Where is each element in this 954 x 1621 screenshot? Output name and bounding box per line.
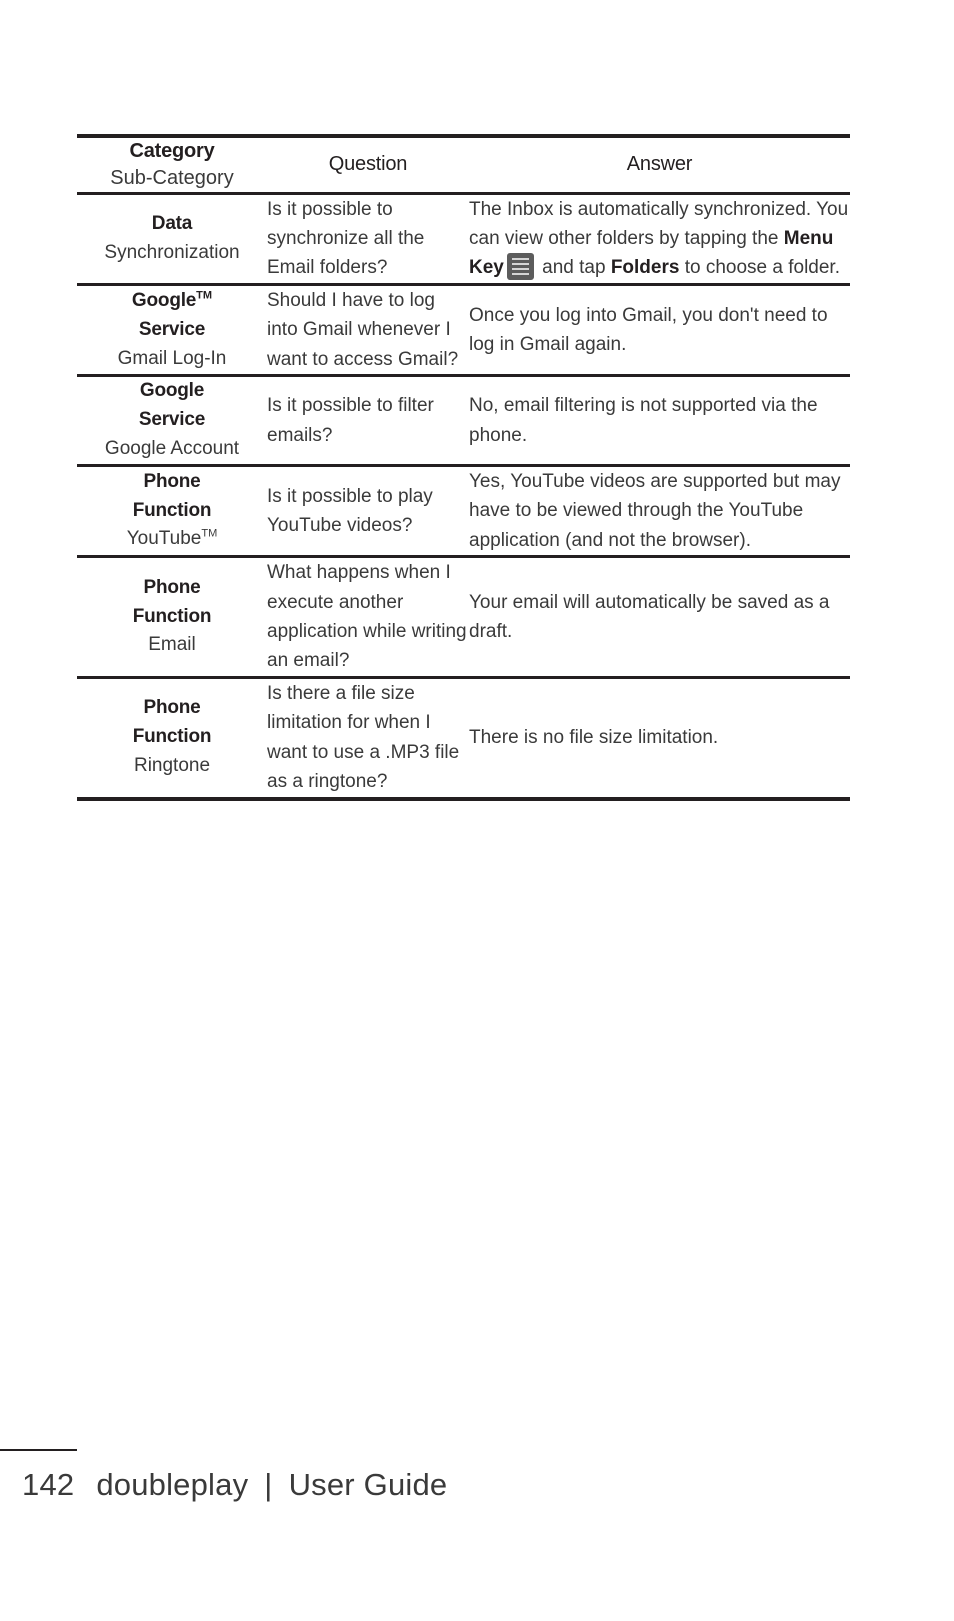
row-question: Is it possible to filter emails?: [267, 395, 434, 446]
row-category-sub: Synchronization: [104, 241, 240, 263]
row-category-main: Data: [151, 212, 193, 234]
row-category-main: Google: [139, 380, 205, 402]
row-category-main: Phone: [143, 470, 201, 492]
menu-key-icon: [506, 253, 534, 281]
row-category: Phone Function YouTubeTM: [77, 467, 267, 555]
footer-separator: |: [264, 1467, 273, 1502]
footer-product-name: doubleplay: [96, 1467, 249, 1502]
row-category: Phone Function Ringtone: [77, 679, 267, 797]
row-question: Is there a file size limitation for when…: [267, 682, 460, 793]
row-category-main: Phone: [143, 576, 201, 598]
table-row: Google Service Google Account Is it poss…: [77, 377, 850, 464]
header-category-sub: Sub-Category: [110, 166, 234, 189]
table-header-row: Category Sub-Category Question Answer: [77, 138, 850, 192]
table-row: Phone Function Email What happens when I…: [77, 558, 850, 676]
answer-text-part2: and tap: [536, 257, 611, 279]
row-answer: No, email filtering is not supported via…: [469, 395, 818, 446]
table-row: GoogleTM Service Gmail Log-In Should I h…: [77, 286, 850, 374]
row-category-sub: Google Account: [104, 437, 240, 459]
row-category-main: Phone: [143, 697, 201, 719]
header-answer: Answer: [626, 153, 693, 176]
row-category-main2: Service: [138, 318, 206, 340]
table-row: Data Synchronization Is it possible to s…: [77, 195, 850, 283]
row-category: GoogleTM Service Gmail Log-In: [77, 286, 267, 374]
row-category-sub: YouTubeTM: [77, 525, 267, 554]
row-category-main2: Function: [132, 605, 212, 627]
header-category: Category Sub-Category: [77, 138, 267, 192]
row-question: Is it possible to synchronize all the Em…: [267, 198, 425, 279]
row-category: Data Synchronization: [77, 195, 267, 283]
answer-bold-folders: Folders: [610, 257, 680, 279]
answer-text-part3: to choose a folder.: [679, 257, 840, 279]
footer-doc-title: User Guide: [288, 1467, 448, 1502]
row-category-sub-text: YouTube: [126, 528, 202, 550]
row-category: Google Service Google Account: [77, 377, 267, 464]
header-question: Question: [328, 153, 408, 176]
header-category-main: Category: [129, 140, 215, 162]
row-category-main-text: Google: [131, 289, 197, 311]
table-row: Phone Function YouTubeTM Is it possible …: [77, 467, 850, 555]
footer-page-number: 142: [22, 1467, 75, 1502]
row-category-sub: Gmail Log-In: [117, 347, 227, 369]
row-category: Phone Function Email: [77, 558, 267, 676]
row-answer: Once you log into Gmail, you don't need …: [469, 304, 828, 356]
table-row: Phone Function Ringtone Is there a file …: [77, 679, 850, 797]
row-category-main2: Function: [132, 499, 212, 521]
row-question: What happens when I execute another appl…: [267, 562, 467, 672]
row-category-main: GoogleTM: [77, 287, 267, 316]
row-answer: There is no file size limitation.: [469, 727, 719, 749]
row-answer: The Inbox is automatically synchronized.…: [469, 195, 850, 283]
faq-table: Category Sub-Category Question Answer Da…: [77, 134, 850, 801]
row-category-main2: Function: [132, 726, 212, 748]
row-answer: Your email will automatically be saved a…: [469, 591, 830, 643]
page-footer: 142 doubleplay | User Guide: [22, 1455, 722, 1515]
row-answer: Yes, YouTube videos are supported but ma…: [469, 470, 841, 551]
document-page: Category Sub-Category Question Answer Da…: [0, 0, 954, 1621]
trademark-symbol: TM: [201, 528, 218, 541]
footer-edge-rule: [0, 1449, 77, 1451]
row-category-sub: Ringtone: [133, 755, 211, 777]
trademark-symbol: TM: [196, 289, 213, 302]
row-question: Is it possible to play YouTube videos?: [267, 485, 433, 536]
row-question: Should I have to log into Gmail whenever…: [267, 289, 459, 370]
row-category-sub: Email: [148, 634, 196, 656]
row-category-main2: Service: [138, 409, 206, 431]
table-bottom-rule: [77, 796, 850, 801]
